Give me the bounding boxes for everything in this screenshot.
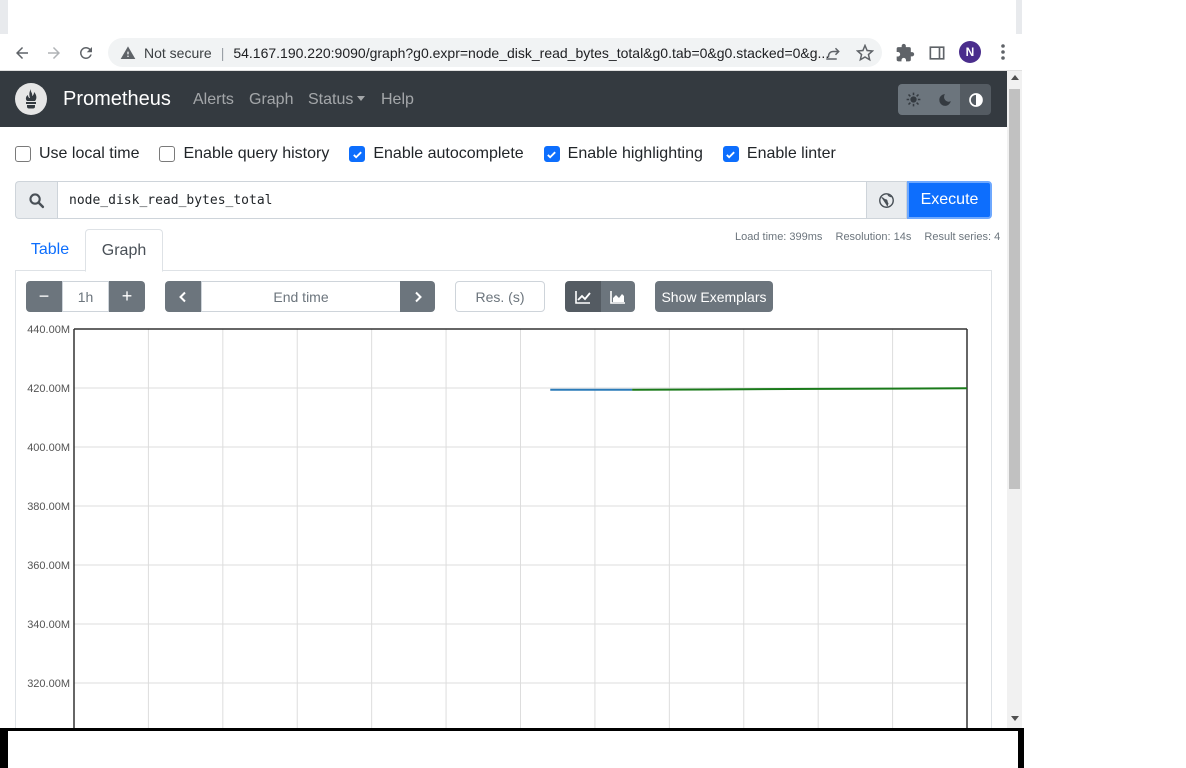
prometheus-logo-icon[interactable] — [15, 83, 47, 115]
browser-toolbar: Not secure | 54.167.190.220:9090/graph?g… — [0, 34, 1022, 71]
browser-menu-icon[interactable] — [996, 42, 1010, 62]
url-text[interactable]: 54.167.190.220:9090/graph?g0.expr=node_d… — [233, 45, 833, 61]
highlighting-checkbox[interactable] — [543, 146, 560, 162]
address-separator: | — [220, 44, 225, 61]
highlighting-label: Enable highlighting — [567, 145, 703, 162]
scroll-up-icon[interactable] — [1011, 75, 1019, 80]
chevron-left-icon — [179, 291, 186, 302]
bottom-frame-inner — [8, 731, 1018, 768]
load-time: Load time: 399ms — [735, 231, 823, 243]
y-tick-label: 400.00M — [27, 442, 70, 454]
use-local-time-label: Use local time — [39, 145, 140, 162]
query-history-label: Enable query history — [183, 145, 330, 162]
profile-avatar[interactable]: N — [959, 41, 981, 63]
highlighting-option[interactable]: Enable highlighting — [543, 145, 703, 163]
show-exemplars-button[interactable]: Show Exemplars — [655, 281, 773, 312]
bottom-frame — [0, 728, 1024, 768]
extensions-icon[interactable] — [895, 43, 915, 63]
graph-chart: 440.00M 420.00M 400.00M 380.00M 360.00M 340.0… — [0, 320, 1007, 730]
warning-icon — [120, 45, 136, 59]
browser-tab-strip — [0, 0, 1022, 34]
reload-icon[interactable] — [74, 41, 98, 65]
previous-time-button[interactable] — [165, 281, 201, 312]
theme-toggle-group — [898, 84, 991, 115]
execute-button[interactable]: Execute — [907, 181, 992, 219]
expression-input[interactable]: node_disk_read_bytes_total — [57, 181, 867, 219]
check-icon — [353, 151, 362, 159]
light-theme-icon[interactable] — [898, 84, 929, 115]
nav-alerts[interactable]: Alerts — [193, 91, 234, 109]
next-time-button[interactable] — [400, 281, 435, 312]
series-line — [632, 387, 968, 391]
address-bar[interactable]: Not secure | 54.167.190.220:9090/graph?g… — [108, 38, 882, 67]
check-icon — [547, 151, 556, 159]
query-history-option[interactable]: Enable query history — [159, 145, 329, 163]
nav-status-label: Status — [308, 91, 354, 108]
page-scrollbar[interactable] — [1007, 71, 1022, 729]
back-icon[interactable] — [10, 41, 34, 65]
scroll-down-icon[interactable] — [1011, 716, 1019, 721]
side-panel-icon[interactable] — [927, 43, 947, 63]
y-tick-label: 420.00M — [27, 383, 70, 395]
y-tick-label: 440.00M — [27, 324, 70, 336]
search-icon — [15, 181, 57, 219]
prometheus-navbar: Prometheus Alerts Graph Status Help — [0, 71, 1007, 127]
increase-range-button[interactable]: + — [109, 281, 145, 312]
auto-theme-icon[interactable] — [960, 84, 991, 115]
share-icon[interactable] — [824, 44, 842, 62]
autocomplete-checkbox[interactable] — [349, 146, 366, 162]
y-tick-label: 320.00M — [27, 678, 70, 690]
forward-icon[interactable] — [42, 41, 66, 65]
unstacked-graph-icon[interactable] — [565, 281, 601, 312]
tab-graph[interactable]: Graph — [85, 229, 163, 272]
autocomplete-option[interactable]: Enable autocomplete — [349, 145, 524, 163]
resolution-input[interactable]: Res. (s) — [455, 281, 545, 312]
result-series: Result series: 4 — [924, 231, 1001, 243]
y-tick-label: 360.00M — [27, 560, 70, 572]
autocomplete-label: Enable autocomplete — [373, 145, 524, 162]
use-local-time-checkbox[interactable] — [15, 146, 31, 162]
tab-strip-accent — [0, 0, 8, 34]
dark-theme-icon[interactable] — [929, 84, 960, 115]
end-time-input[interactable]: End time — [201, 281, 401, 312]
chart-svg: 440.00M 420.00M 400.00M 380.00M 360.00M 340.0… — [27, 324, 968, 730]
decrease-range-button[interactable]: − — [26, 281, 62, 312]
tab-table[interactable]: Table — [15, 229, 85, 271]
security-label: Not secure — [144, 44, 212, 61]
y-tick-label: 380.00M — [27, 501, 70, 513]
chevron-right-icon — [414, 291, 422, 302]
tab-strip-edge — [1016, 0, 1022, 34]
query-options-row: Use local time Enable query history Enab… — [15, 143, 856, 165]
query-stats: Load time: 399ms Resolution: 14s Result … — [735, 231, 1010, 243]
bookmark-star-icon[interactable] — [856, 44, 874, 62]
query-history-checkbox[interactable] — [159, 146, 176, 162]
brand-title[interactable]: Prometheus — [63, 88, 171, 111]
stacked-graph-icon[interactable] — [601, 281, 635, 312]
nav-status-dropdown[interactable]: Status — [308, 91, 365, 109]
linter-checkbox[interactable] — [722, 146, 739, 162]
y-tick-label: 340.00M — [27, 619, 70, 631]
nav-help[interactable]: Help — [381, 91, 414, 109]
metrics-explorer-globe-icon[interactable] — [867, 181, 907, 219]
scrollbar-thumb[interactable] — [1009, 89, 1020, 489]
range-input[interactable]: 1h — [62, 281, 109, 312]
use-local-time-option[interactable]: Use local time — [15, 145, 139, 163]
check-icon — [726, 151, 736, 159]
linter-option[interactable]: Enable linter — [722, 145, 836, 163]
resolution-stat: Resolution: 14s — [835, 231, 912, 243]
nav-graph[interactable]: Graph — [249, 91, 293, 109]
linter-label: Enable linter — [746, 145, 836, 162]
query-input-group: node_disk_read_bytes_total Execute — [15, 181, 992, 219]
